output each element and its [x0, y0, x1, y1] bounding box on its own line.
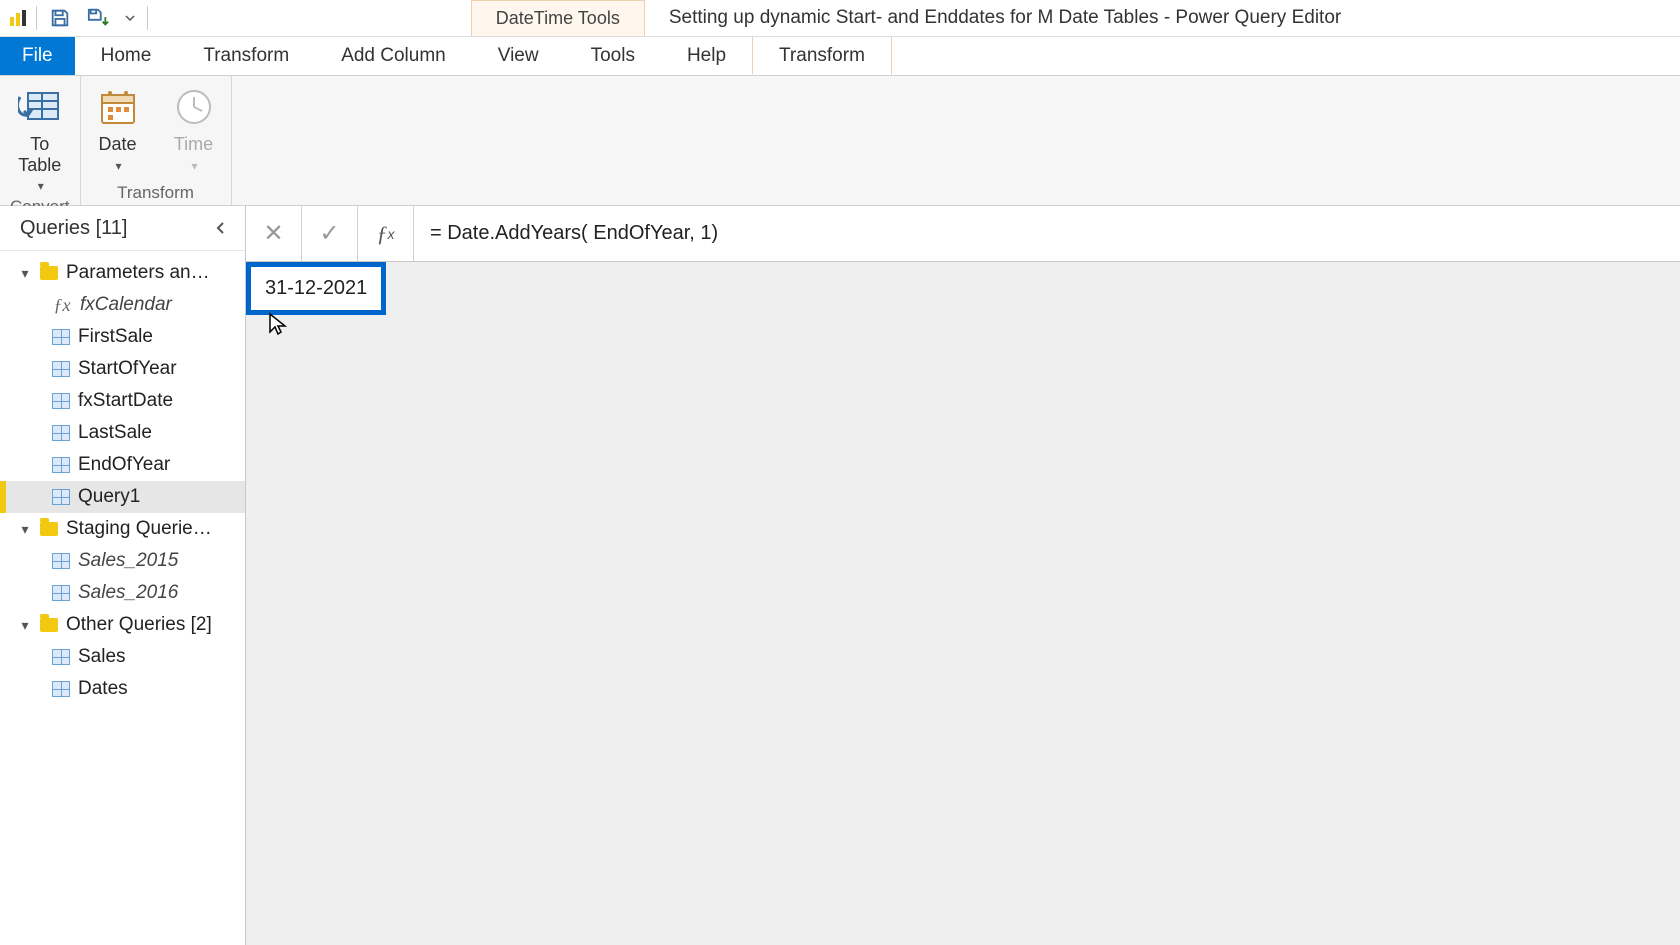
- tree-group-label: Staging Queries [2]: [66, 518, 216, 540]
- to-table-icon: [17, 84, 63, 130]
- table-icon: [52, 681, 70, 697]
- tree-item[interactable]: Sales_2015: [0, 545, 245, 577]
- quick-access-toolbar: [0, 0, 156, 36]
- queries-tree[interactable]: ▾ Parameters and Fu… ƒx fxCalendar FirstSale…: [0, 251, 245, 945]
- ribbon-group-transform: Date ▾ Time ▾ Transform: [81, 76, 232, 205]
- formula-input[interactable]: [414, 206, 1680, 261]
- folder-icon: [40, 266, 58, 280]
- tab-help[interactable]: Help: [661, 37, 752, 75]
- tree-item[interactable]: FirstSale: [0, 321, 245, 353]
- titlebar: DateTime Tools Setting up dynamic Start-…: [0, 0, 1680, 37]
- tree-group-label: Parameters and Fu…: [66, 262, 216, 284]
- tree-item[interactable]: fxStartDate: [0, 385, 245, 417]
- formula-commit-button[interactable]: ✓: [302, 206, 358, 261]
- app-icon: [8, 8, 28, 28]
- contextual-tab-group: DateTime Tools: [471, 0, 645, 36]
- tab-file[interactable]: File: [0, 37, 75, 75]
- formula-cancel-button[interactable]: ✕: [246, 206, 302, 261]
- tree-item-label: fxStartDate: [78, 390, 173, 412]
- ribbon-group-label-transform: Transform: [117, 181, 194, 203]
- chevron-down-icon: ▾: [192, 159, 198, 173]
- date-button[interactable]: Date ▾: [91, 82, 145, 175]
- table-icon: [52, 425, 70, 441]
- caret-icon: ▾: [18, 265, 32, 282]
- tree-item[interactable]: Sales: [0, 641, 245, 673]
- fx-icon[interactable]: ƒx: [358, 206, 414, 261]
- collapse-pane-button[interactable]: [209, 216, 233, 240]
- formula-bar: ✕ ✓ ƒx: [246, 206, 1680, 262]
- tree-item[interactable]: EndOfYear: [0, 449, 245, 481]
- tab-home[interactable]: Home: [75, 37, 178, 75]
- main-area: Queries [11] ▾ Parameters and Fu… ƒx fxCale…: [0, 206, 1680, 945]
- table-icon: [52, 457, 70, 473]
- queries-pane: Queries [11] ▾ Parameters and Fu… ƒx fxCale…: [0, 206, 246, 945]
- table-icon: [52, 553, 70, 569]
- ribbon-body: To Table ▾ Convert: [0, 75, 1680, 206]
- tree-item[interactable]: Query1: [0, 481, 245, 513]
- caret-icon: ▾: [18, 521, 32, 538]
- tree-group[interactable]: ▾ Other Queries [2]: [0, 609, 245, 641]
- ribbon-group-convert: To Table ▾ Convert: [0, 76, 81, 205]
- chevron-down-icon: ▾: [38, 179, 44, 193]
- to-table-label: To Table: [18, 134, 61, 175]
- time-button[interactable]: Time ▾: [167, 82, 221, 175]
- tree-item-label: EndOfYear: [78, 454, 170, 476]
- tree-item[interactable]: Dates: [0, 673, 245, 705]
- tree-item-label: StartOfYear: [78, 358, 177, 380]
- queries-header-label: Queries [11]: [20, 217, 127, 240]
- ribbon-tabs: File Home Transform Add Column View Tool…: [0, 37, 1680, 75]
- tab-add-column[interactable]: Add Column: [315, 37, 472, 75]
- tree-item-label: FirstSale: [78, 326, 153, 348]
- tree-item-label: Sales_2016: [78, 582, 178, 604]
- window-title: Setting up dynamic Start- and Enddates f…: [645, 0, 1365, 36]
- table-icon: [52, 393, 70, 409]
- queries-header: Queries [11]: [0, 206, 245, 251]
- table-icon: [52, 649, 70, 665]
- tree-item[interactable]: Sales_2016: [0, 577, 245, 609]
- folder-icon: [40, 618, 58, 632]
- calendar-icon: [95, 84, 141, 130]
- chevron-down-icon: ▾: [116, 159, 122, 173]
- tree-item[interactable]: LastSale: [0, 417, 245, 449]
- tree-item-label: Query1: [78, 486, 140, 508]
- tree-group-label: Other Queries [2]: [66, 614, 212, 636]
- tree-item[interactable]: ƒx fxCalendar: [0, 289, 245, 321]
- cursor-icon: [268, 312, 288, 342]
- table-icon: [52, 361, 70, 377]
- tree-item-label: fxCalendar: [80, 294, 172, 316]
- title-center: DateTime Tools Setting up dynamic Start-…: [156, 0, 1680, 36]
- tree-group[interactable]: ▾ Parameters and Fu…: [0, 257, 245, 289]
- preview-area: 31-12-2021: [246, 262, 1680, 945]
- content-area: ✕ ✓ ƒx 31-12-2021: [246, 206, 1680, 945]
- table-icon: [52, 329, 70, 345]
- apply-button[interactable]: [83, 3, 113, 33]
- tab-tools[interactable]: Tools: [565, 37, 661, 75]
- fx-icon: ƒx: [52, 295, 72, 316]
- tree-item-label: Sales_2015: [78, 550, 178, 572]
- tree-item-label: Dates: [78, 678, 128, 700]
- tree-item-label: LastSale: [78, 422, 152, 444]
- time-label: Time: [174, 134, 213, 155]
- save-button[interactable]: [45, 3, 75, 33]
- tree-item-label: Sales: [78, 646, 126, 668]
- folder-icon: [40, 522, 58, 536]
- tab-view[interactable]: View: [472, 37, 565, 75]
- table-icon: [52, 489, 70, 505]
- table-icon: [52, 585, 70, 601]
- to-table-button[interactable]: To Table ▾: [13, 82, 67, 195]
- clock-icon: [171, 84, 217, 130]
- separator: [147, 6, 148, 30]
- tab-contextual-transform[interactable]: Transform: [752, 37, 892, 75]
- tab-transform[interactable]: Transform: [177, 37, 315, 75]
- caret-icon: ▾: [18, 617, 32, 634]
- tree-item[interactable]: StartOfYear: [0, 353, 245, 385]
- separator: [36, 6, 37, 30]
- tree-group[interactable]: ▾ Staging Queries [2]: [0, 513, 245, 545]
- date-label: Date: [99, 134, 137, 155]
- result-value[interactable]: 31-12-2021: [246, 262, 386, 315]
- qat-dropdown[interactable]: [121, 3, 139, 33]
